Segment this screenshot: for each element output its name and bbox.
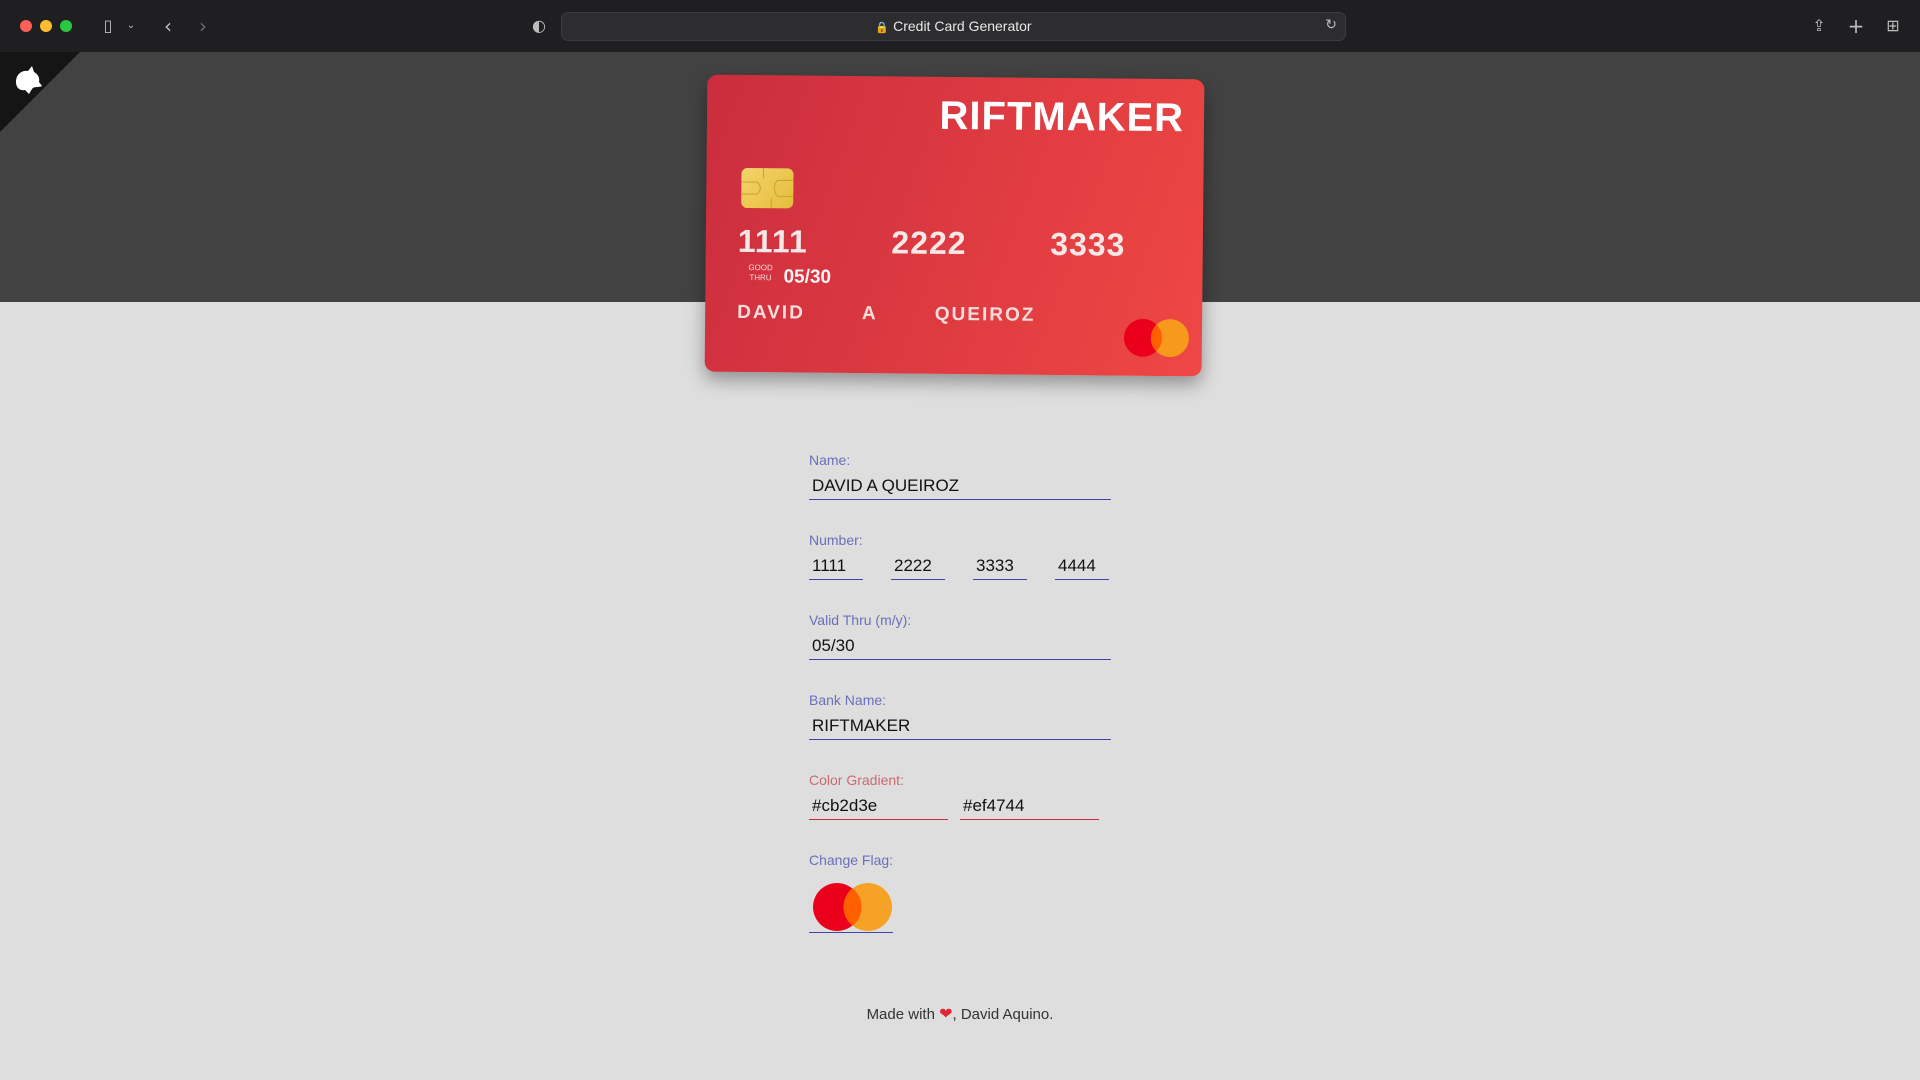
number-input-4[interactable]: [1055, 552, 1109, 580]
shield-icon[interactable]: ◐: [528, 14, 550, 38]
heart-icon: ❤: [939, 1004, 953, 1023]
reload-icon[interactable]: ↻: [1325, 17, 1337, 33]
mastercard-icon: [1123, 318, 1189, 358]
change-flag-field-group: Change Flag:: [809, 852, 893, 933]
close-window-button[interactable]: [20, 20, 32, 32]
chevron-down-icon[interactable]: ⌄: [124, 14, 138, 38]
address-bar[interactable]: 🔒 Credit Card Generator ↻: [561, 12, 1346, 41]
url-title: Credit Card Generator: [893, 18, 1032, 34]
number-field-group: Number:: [809, 532, 1109, 580]
good-thru-label: GOOD THRU: [748, 263, 773, 283]
change-flag-button[interactable]: [809, 872, 893, 933]
tabs-grid-icon[interactable]: ⊞: [1882, 14, 1904, 38]
color-gradient-label: Color Gradient:: [809, 772, 904, 788]
mastercard-flag-icon: [813, 883, 892, 931]
sidebar-icon[interactable]: ▯: [96, 14, 120, 38]
bank-name-input[interactable]: [809, 712, 1111, 740]
chip-icon: [741, 167, 794, 209]
name-input[interactable]: [809, 472, 1111, 500]
credit-card-preview: RIFTMAKER 1111 2222 3333 4444 GOOD THRU …: [704, 74, 1205, 377]
plus-icon[interactable]: +: [1845, 14, 1867, 38]
zoom-window-button[interactable]: [60, 20, 72, 32]
name-field-group: Name:: [809, 452, 1111, 500]
back-arrow-icon[interactable]: ‹: [158, 14, 178, 38]
color-gradient-inputs: [809, 792, 1099, 820]
browser-toolbar: ▯ ⌄ ‹ › ◐ 🔒 Credit Card Generator ↻ ⇪ + ⊞: [0, 0, 1920, 52]
valid-thru-input[interactable]: [809, 632, 1111, 660]
bank-name-label: Bank Name:: [809, 692, 887, 708]
name-label: Name:: [809, 452, 851, 468]
card-expiry: 05/30: [783, 266, 832, 288]
minimize-window-button[interactable]: [40, 20, 52, 32]
number-label: Number:: [809, 532, 863, 548]
number-inputs: [809, 552, 1109, 580]
share-icon[interactable]: ⇪: [1808, 14, 1830, 38]
color-start-input[interactable]: [809, 792, 948, 820]
number-input-1[interactable]: [809, 552, 863, 580]
footer-suffix: , David Aquino.: [952, 1006, 1054, 1023]
lock-icon: 🔒: [875, 21, 890, 34]
card-bank-name: RIFTMAKER: [939, 93, 1185, 141]
number-input-2[interactable]: [891, 552, 945, 580]
number-input-3[interactable]: [973, 552, 1027, 580]
footer-credit: Made with ❤, David Aquino.: [0, 1004, 1920, 1023]
valid-thru-field-group: Valid Thru (m/y):: [809, 612, 1111, 660]
valid-thru-label: Valid Thru (m/y):: [809, 612, 912, 628]
card-number: 1111 2222 3333 4444: [737, 222, 1126, 263]
color-end-input[interactable]: [960, 792, 1099, 820]
color-gradient-field-group: Color Gradient:: [809, 772, 1099, 820]
footer-prefix: Made with: [866, 1006, 940, 1023]
forward-arrow-icon[interactable]: ›: [193, 14, 213, 38]
bank-name-field-group: Bank Name:: [809, 692, 1111, 740]
github-corner-icon[interactable]: [0, 52, 80, 132]
change-flag-label: Change Flag:: [809, 852, 894, 868]
card-holder-name: DAVID A QUEIROZ: [737, 301, 1036, 326]
